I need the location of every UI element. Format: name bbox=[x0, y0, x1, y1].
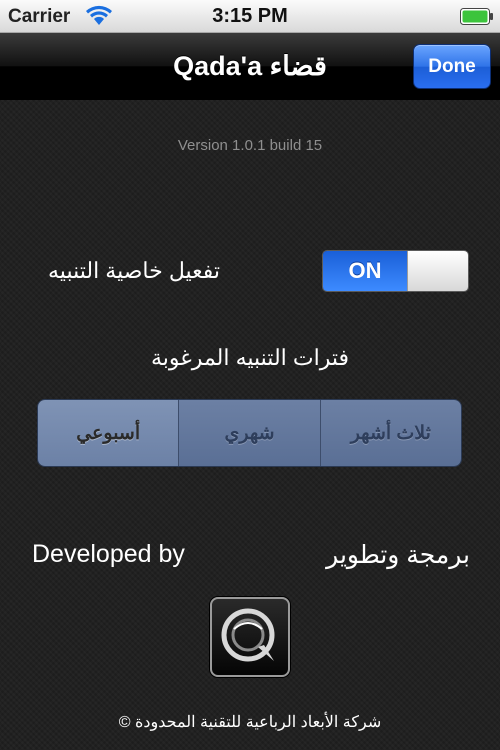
status-bar: Carrier 3:15 PM bbox=[0, 0, 500, 33]
copyright-footer: شركة الأبعاد الرباعية للتقنية المحدودة © bbox=[118, 714, 382, 731]
segment-three-months[interactable]: ثلاث أشهر bbox=[320, 400, 461, 466]
battery-icon bbox=[460, 8, 493, 25]
developed-by-label: Developed by bbox=[32, 540, 185, 568]
alert-toggle-switch[interactable]: ON bbox=[322, 250, 469, 292]
developed-by-label-arabic: برمجة وتطوير bbox=[326, 541, 470, 569]
company-logo-icon bbox=[221, 608, 275, 662]
navigation-bar: Qada'a قضاء Done bbox=[0, 33, 500, 100]
status-time: 3:15 PM bbox=[212, 5, 288, 27]
alert-periods-label: فترات التنبيه المرغوبة bbox=[151, 345, 349, 370]
company-logo[interactable] bbox=[210, 597, 290, 677]
segment-weekly[interactable]: أسبوعي bbox=[38, 400, 180, 466]
version-label: Version 1.0.1 build 15 bbox=[177, 137, 323, 154]
toggle-knob[interactable] bbox=[407, 251, 468, 291]
alert-period-segmented-control[interactable]: أسبوعي شهري ثلاث أشهر bbox=[37, 399, 462, 467]
done-button[interactable]: Done bbox=[413, 44, 491, 89]
toggle-on-label: ON bbox=[323, 251, 407, 291]
segment-monthly[interactable]: شهري bbox=[179, 400, 321, 466]
alert-setting-label: تفعيل خاصية التنبيه bbox=[48, 258, 220, 283]
